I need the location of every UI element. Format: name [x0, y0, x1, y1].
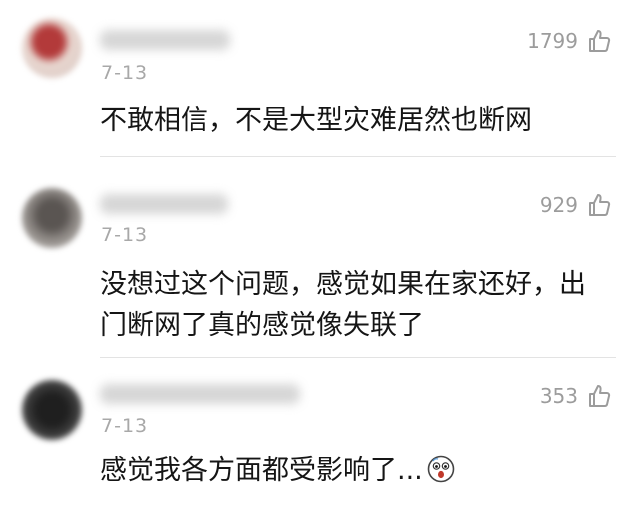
- comment-date: 7-13: [101, 415, 149, 437]
- comment-text-row: 感觉我各方面都受影响了...: [100, 450, 600, 491]
- username-blurred[interactable]: [100, 384, 300, 404]
- like-count: 353: [539, 384, 578, 408]
- comment-text: 感觉我各方面都受影响了...: [100, 455, 423, 486]
- scared-face-emoji-icon: [427, 454, 455, 483]
- avatar[interactable]: [22, 380, 82, 440]
- thumbs-up-icon[interactable]: [586, 383, 612, 409]
- comment-item: 7-13 353 感觉我各方面都受影响了...: [0, 0, 640, 506]
- like-control[interactable]: 353: [540, 383, 612, 409]
